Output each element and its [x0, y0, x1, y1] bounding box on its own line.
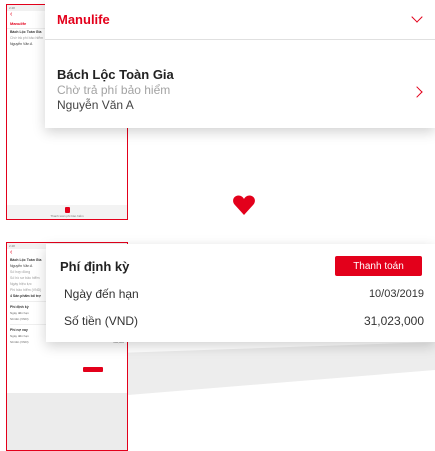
phone2-due-label: Ngày đến hạn: [10, 311, 29, 315]
phone2-amount-label: Số tiền (VND): [10, 317, 29, 321]
pay-button[interactable]: Thanh toán: [335, 256, 422, 276]
amount-label: Số tiền (VND): [64, 313, 139, 328]
policy-item[interactable]: Bách Lộc Toàn Gia Chờ trả phí bảo hiểm N…: [45, 40, 435, 112]
phone-pay-footer[interactable]: Thanh toán phí bảo hiểm: [7, 205, 127, 219]
policy-card: Manulife Bách Lộc Toàn Gia Chờ trả phí b…: [45, 0, 435, 128]
phone2-empty-area: [7, 393, 127, 450]
due-date-row: Ngày đến hạn 10/03/2019: [46, 280, 435, 307]
screenshot-stage: 2:48 ‹ Manulife Bách Lộc Toàn Gia Chờ tr…: [0, 0, 435, 451]
periodic-fee-header: Phí định kỳ Thanh toán: [46, 244, 435, 280]
amount-value: 31,023,000: [363, 313, 424, 328]
policy-card-header[interactable]: Manulife: [45, 0, 435, 40]
policy-owner: Nguyễn Văn A: [57, 98, 134, 112]
policy-name: Bách Lộc Toàn Gia: [57, 67, 174, 82]
amount-row: Số tiền (VND) 31,023,000: [46, 307, 435, 334]
periodic-fee-title: Phí định kỳ: [60, 258, 130, 274]
due-date-value: 10/03/2019: [368, 287, 424, 300]
brand-name: Manulife: [57, 12, 110, 27]
phone-footer-label: Thanh toán phí bảo hiểm: [50, 214, 84, 218]
policy-status: Chờ trả phí bảo hiểm: [57, 83, 171, 97]
payment-icon: [64, 207, 70, 213]
due-date-label: Ngày đến hạn: [64, 286, 139, 301]
periodic-fee-card: Phí định kỳ Thanh toán Ngày đến hạn 10/0…: [46, 244, 435, 342]
phone2-late-due-label: Ngày đến hạn: [10, 334, 29, 338]
heart-icon: [233, 195, 255, 215]
phone2-late-amount-label: Số tiền (VND): [10, 340, 29, 344]
phone2-pay-button[interactable]: [83, 367, 103, 372]
chevron-down-icon[interactable]: [411, 11, 423, 23]
